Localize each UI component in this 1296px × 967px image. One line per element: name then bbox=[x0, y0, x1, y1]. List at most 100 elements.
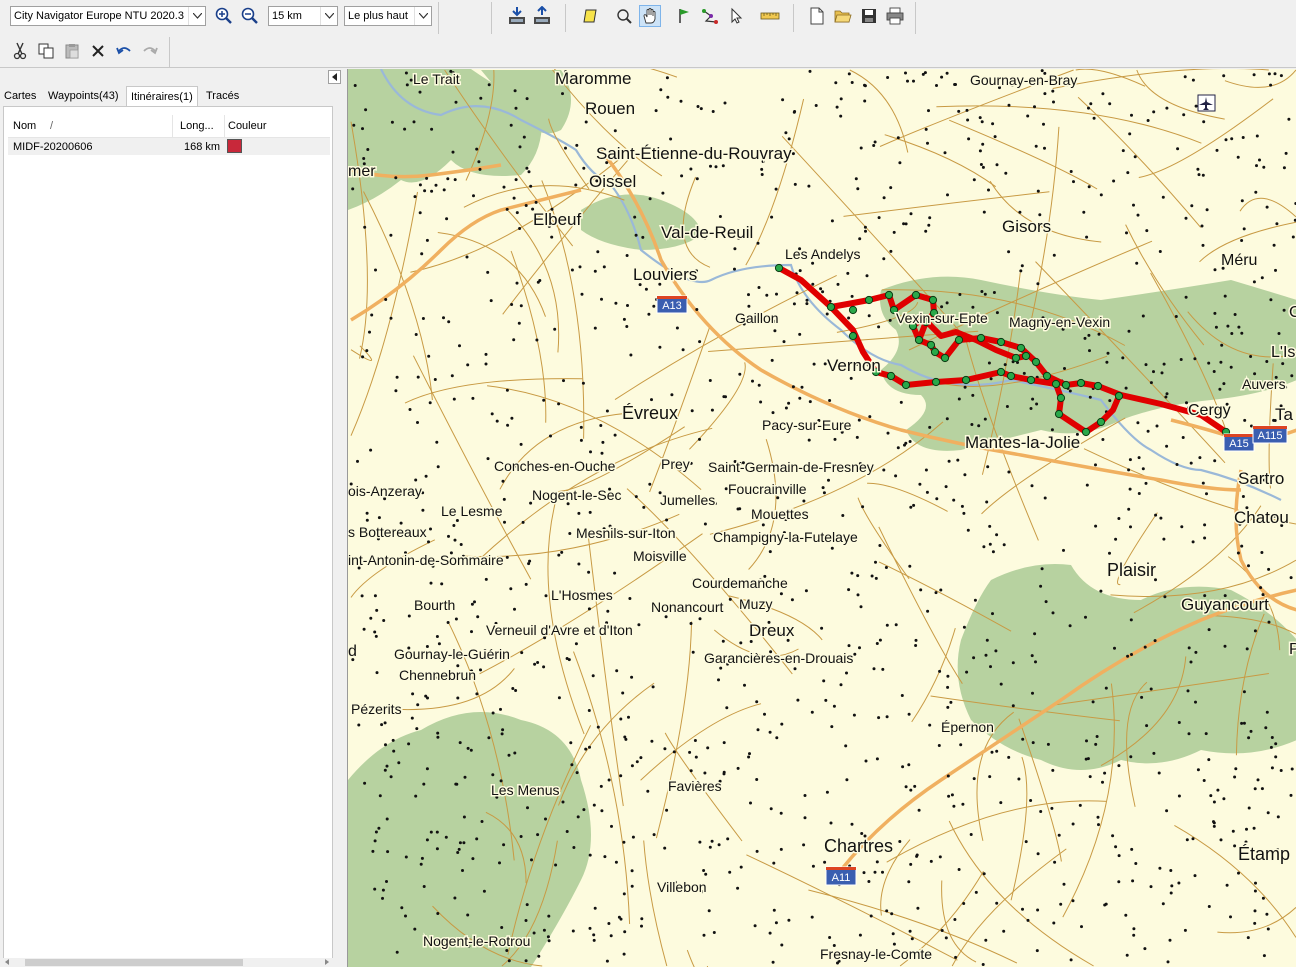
paste-button[interactable] bbox=[61, 40, 83, 62]
waypoint-marker[interactable] bbox=[1056, 393, 1066, 403]
poi-dot bbox=[479, 96, 483, 100]
poi-dot bbox=[882, 468, 886, 472]
cut-button[interactable] bbox=[9, 40, 31, 62]
poi-dot bbox=[966, 118, 970, 122]
waypoint-marker[interactable] bbox=[1093, 381, 1103, 391]
waypoint-tool-button[interactable] bbox=[673, 5, 695, 27]
waypoint-marker[interactable] bbox=[1076, 378, 1086, 388]
tab-tracks[interactable]: Tracés bbox=[202, 86, 243, 106]
waypoint-marker[interactable] bbox=[914, 335, 924, 345]
poi-dot bbox=[1266, 927, 1270, 931]
poi-dot bbox=[463, 775, 467, 779]
map-canvas[interactable]: A13 A15 A115 A11 Le Trait Maromme Rouen Sai… bbox=[348, 69, 1296, 967]
place-label: mer bbox=[348, 163, 376, 180]
delete-button[interactable] bbox=[87, 40, 109, 62]
waypoint-marker[interactable] bbox=[1006, 371, 1016, 381]
open-file-button[interactable] bbox=[832, 5, 854, 27]
waypoint-marker[interactable] bbox=[1026, 375, 1036, 385]
undo-button[interactable] bbox=[113, 40, 135, 62]
send-to-device-button[interactable] bbox=[531, 5, 553, 27]
column-header-name[interactable]: Nom bbox=[13, 120, 36, 132]
waypoint-marker[interactable] bbox=[1096, 417, 1106, 427]
poi-dot bbox=[514, 106, 518, 110]
scroll-left-arrow[interactable] bbox=[5, 959, 9, 965]
column-header-length[interactable]: Long... bbox=[180, 120, 214, 132]
poi-dot bbox=[870, 574, 874, 578]
waypoint-marker[interactable] bbox=[864, 295, 874, 305]
save-button[interactable] bbox=[858, 5, 880, 27]
poi-dot bbox=[1160, 371, 1164, 375]
waypoint-marker[interactable] bbox=[976, 333, 986, 343]
waypoint-marker[interactable] bbox=[774, 263, 784, 273]
poi-dot bbox=[1270, 736, 1274, 739]
waypoint-marker[interactable] bbox=[940, 353, 950, 363]
zoom-out-button[interactable] bbox=[239, 5, 261, 27]
zoom-tool-button[interactable] bbox=[613, 5, 635, 27]
waypoint-marker[interactable] bbox=[1051, 379, 1061, 389]
waypoint-marker[interactable] bbox=[931, 377, 941, 387]
waypoint-marker[interactable] bbox=[1114, 391, 1124, 401]
poi-dot bbox=[1254, 881, 1257, 885]
waypoint-marker[interactable] bbox=[848, 331, 858, 341]
hand-tool-button[interactable] bbox=[639, 5, 661, 27]
tab-routes[interactable]: Itinéraires(1) bbox=[126, 86, 198, 106]
waypoint-marker[interactable] bbox=[1016, 343, 1026, 353]
poi-dot bbox=[1253, 372, 1257, 376]
tab-waypoints[interactable]: Waypoints(43) bbox=[44, 86, 123, 106]
poi-dot bbox=[1165, 444, 1169, 448]
measure-tool-button[interactable] bbox=[759, 5, 781, 27]
new-file-button[interactable] bbox=[806, 5, 828, 27]
map-product-select[interactable]: City Navigator Europe NTU 2020.3 bbox=[10, 6, 206, 26]
poi-dot bbox=[509, 123, 513, 127]
table-row[interactable]: MIDF-20200606 168 km bbox=[8, 138, 330, 155]
poi-dot bbox=[1253, 909, 1257, 913]
map-view[interactable]: A13 A15 A115 A11 Le Trait Maromme Rouen Sai… bbox=[347, 69, 1296, 967]
waypoint-marker[interactable] bbox=[901, 380, 911, 390]
waypoint-marker[interactable] bbox=[886, 371, 896, 381]
waypoint-marker[interactable] bbox=[1021, 351, 1031, 361]
poi-dot bbox=[546, 935, 550, 939]
scroll-right-arrow[interactable] bbox=[325, 959, 329, 965]
poi-dot bbox=[988, 524, 992, 528]
scrollbar-thumb[interactable] bbox=[25, 959, 243, 966]
poi-dot bbox=[529, 184, 533, 188]
waypoint-marker[interactable] bbox=[1011, 353, 1021, 363]
collapse-panel-button[interactable] bbox=[328, 70, 341, 84]
receive-from-device-button[interactable] bbox=[506, 5, 528, 27]
waypoint-marker[interactable] bbox=[961, 375, 971, 385]
poi-dot bbox=[495, 419, 499, 423]
horizontal-scrollbar[interactable] bbox=[3, 958, 333, 967]
waypoint-marker[interactable] bbox=[1061, 380, 1071, 390]
print-button[interactable] bbox=[884, 5, 906, 27]
waypoint-marker[interactable] bbox=[954, 335, 964, 345]
tab-maps[interactable]: Cartes bbox=[0, 86, 40, 106]
zoom-scale-select[interactable]: 15 km bbox=[268, 6, 338, 26]
poi-dot bbox=[619, 774, 623, 778]
redo-button[interactable] bbox=[139, 40, 161, 62]
waypoint-marker[interactable] bbox=[911, 290, 921, 300]
waypoint-marker[interactable] bbox=[848, 305, 858, 315]
zoom-in-button[interactable] bbox=[213, 5, 235, 27]
waypoint-marker[interactable] bbox=[884, 290, 894, 300]
waypoint-marker[interactable] bbox=[996, 337, 1006, 347]
waypoint-marker[interactable] bbox=[1081, 427, 1091, 437]
waypoint-marker[interactable] bbox=[1054, 409, 1064, 419]
detail-level-select[interactable]: Le plus haut bbox=[344, 6, 432, 26]
folder-open-icon bbox=[834, 10, 852, 23]
waypoint-marker[interactable] bbox=[996, 367, 1006, 377]
waypoint-marker[interactable] bbox=[1031, 357, 1041, 367]
poi-dot bbox=[862, 871, 866, 875]
waypoint-marker[interactable] bbox=[928, 295, 938, 305]
waypoint-marker[interactable] bbox=[1042, 371, 1052, 381]
pointer-tool-button[interactable] bbox=[725, 5, 747, 27]
column-header-color[interactable]: Couleur bbox=[228, 120, 267, 132]
route-tool-button[interactable] bbox=[699, 5, 721, 27]
shield-a13-label: A13 bbox=[662, 300, 682, 312]
copy-button[interactable] bbox=[35, 40, 57, 62]
select-tool-button[interactable] bbox=[579, 5, 601, 27]
waypoint-marker[interactable] bbox=[926, 340, 936, 350]
waypoint-marker[interactable] bbox=[930, 347, 940, 357]
poi-dot bbox=[1132, 203, 1135, 207]
place-label: Plaisir bbox=[1107, 560, 1156, 580]
waypoint-marker[interactable] bbox=[826, 302, 836, 312]
